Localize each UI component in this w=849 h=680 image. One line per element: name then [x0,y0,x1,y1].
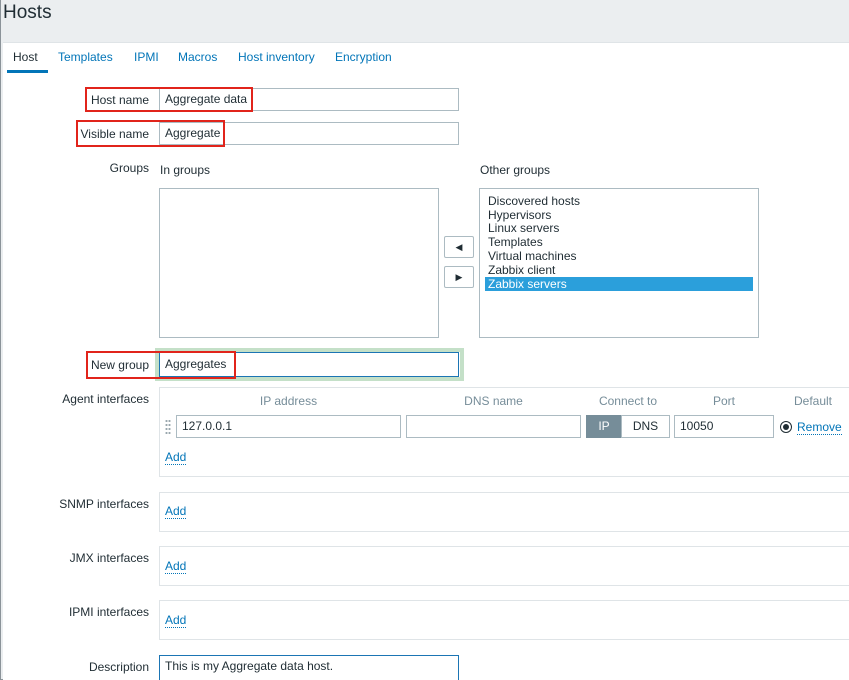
snmp-interfaces-box [159,492,849,532]
group-option[interactable]: Zabbix client [485,263,753,277]
connect-to-column: Connect to [598,394,658,408]
dns-name-column: DNS name [464,394,523,408]
snmp-interfaces-label: SNMP interfaces [59,497,149,511]
group-option[interactable]: Discovered hosts [485,194,753,208]
connect-dns-button[interactable]: DNS [621,415,670,438]
port-input[interactable]: 10050 [674,415,774,438]
default-column: Default [793,394,833,408]
group-option[interactable]: Hypervisors [485,208,753,222]
ip-address-input[interactable]: 127.0.0.1 [176,415,401,438]
in-groups-label: In groups [160,163,211,177]
tab-macros[interactable]: Macros [178,49,217,73]
move-right-button[interactable]: ▶ [444,266,474,288]
port-column: Port [712,394,735,408]
jmx-interfaces-label: JMX interfaces [69,551,149,565]
host-name-highlight [85,87,253,112]
description-textarea[interactable]: This is my Aggregate data host. [159,655,459,680]
move-left-button[interactable]: ◀ [444,236,474,258]
default-radio[interactable] [780,421,792,433]
group-option[interactable]: Templates [485,235,753,249]
description-label: Description [88,660,149,674]
tab-ipmi[interactable]: IPMI [134,49,159,73]
remove-interface-link[interactable]: Remove [797,420,842,435]
group-option[interactable]: Linux servers [485,221,753,235]
dns-name-input[interactable] [406,415,581,438]
ipmi-interfaces-box [159,600,849,640]
tab-host-inventory[interactable]: Host inventory [238,49,315,73]
other-groups-label: Other groups [480,163,551,177]
other-groups-listbox[interactable]: Discovered hosts Hypervisors Linux serve… [479,188,759,338]
groups-label: Groups [109,161,149,175]
add-snmp-interface-link[interactable]: Add [165,504,187,519]
add-ipmi-interface-link[interactable]: Add [165,613,187,628]
arrow-left-icon: ◀ [455,242,463,252]
drag-handle-icon[interactable] [165,419,171,435]
visible-name-highlight [76,120,225,147]
jmx-interfaces-box [159,546,849,586]
group-option-selected[interactable]: Zabbix servers [485,277,753,291]
tab-host[interactable]: Host [7,49,48,73]
ip-address-column: IP address [259,394,318,408]
agent-interfaces-label: Agent interfaces [62,392,149,406]
in-groups-listbox[interactable] [159,188,439,338]
new-group-highlight [86,351,236,379]
group-option[interactable]: Virtual machines [485,249,753,263]
add-jmx-interface-link[interactable]: Add [165,559,187,574]
arrow-right-icon: ▶ [455,272,463,282]
add-agent-interface-link[interactable]: Add [165,450,187,465]
page-title: Hosts [3,2,52,23]
tab-encryption[interactable]: Encryption [335,49,392,73]
connect-ip-button[interactable]: IP [586,415,622,438]
tab-templates[interactable]: Templates [58,49,113,73]
ipmi-interfaces-label: IPMI interfaces [68,605,149,619]
